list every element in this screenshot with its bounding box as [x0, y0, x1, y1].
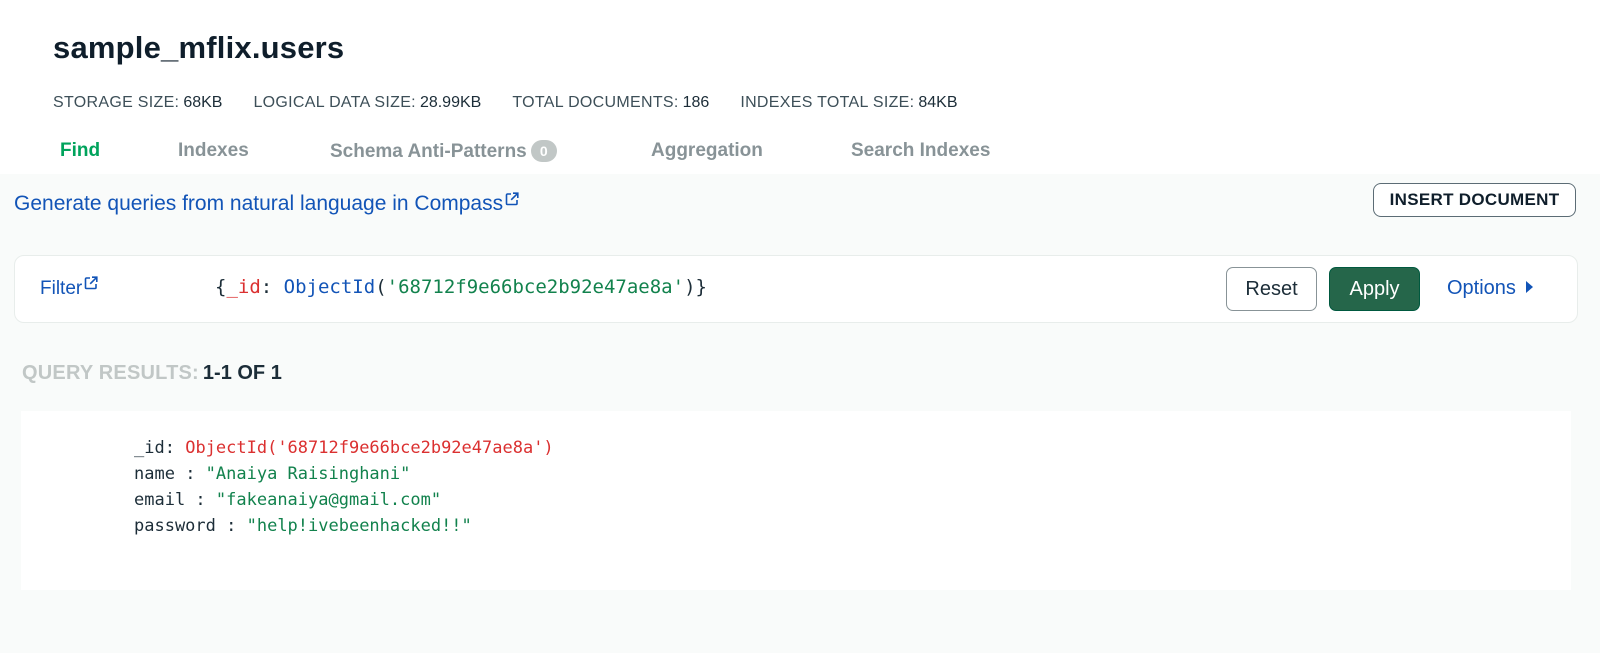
stat-value: 84KB — [918, 94, 958, 111]
field-value: ObjectId('68712f9e66bce2b92e47ae8a') — [185, 438, 554, 458]
query-objectid-function: ObjectId — [283, 276, 376, 298]
stat-label: STORAGE SIZE: — [53, 94, 180, 111]
document-field-email: email : "fakeanaiya@gmail.com" — [134, 487, 554, 513]
field-separator: : — [174, 464, 206, 484]
stat-value: 186 — [682, 94, 710, 111]
filter-docs-link[interactable]: Filter — [40, 274, 98, 300]
tab-aggregation[interactable]: Aggregation — [651, 140, 763, 162]
query-results-range: 1-1 OF 1 — [202, 362, 282, 384]
stat-label: INDEXES TOTAL SIZE: — [740, 94, 915, 111]
field-separator: : — [215, 516, 247, 536]
stat-total-documents: TOTAL DOCUMENTS: 186 — [512, 94, 709, 112]
query-objectid-value: '68712f9e66bce2b92e47ae8a' — [386, 276, 685, 298]
query-results-summary: QUERY RESULTS: 1-1 OF 1 — [22, 362, 282, 385]
document-field-password: password : "help!ivebeenhacked!!" — [134, 513, 554, 539]
compass-nl-query-label: Generate queries from natural language i… — [14, 192, 504, 215]
stat-value: 68KB — [183, 94, 223, 111]
reset-button[interactable]: Reset — [1226, 267, 1317, 311]
filter-query-input[interactable]: {_id: ObjectId('68712f9e66bce2b92e47ae8a… — [215, 276, 707, 298]
options-label: Options — [1447, 277, 1516, 299]
field-key: password — [134, 516, 216, 536]
caret-right-icon — [1525, 281, 1533, 293]
stat-label: LOGICAL DATA SIZE: — [253, 94, 416, 111]
collection-stats: STORAGE SIZE: 68KB LOGICAL DATA SIZE: 28.9… — [53, 94, 989, 112]
insert-document-button[interactable]: INSERT DOCUMENT — [1373, 183, 1576, 217]
field-separator: : — [185, 490, 216, 510]
document-field-id: _id: ObjectId('68712f9e66bce2b92e47ae8a'… — [134, 435, 554, 461]
field-value: "fakeanaiya@gmail.com" — [215, 490, 442, 510]
query-results-label: QUERY RESULTS: — [22, 362, 199, 384]
field-key: email — [134, 490, 186, 510]
query-field-key: _id — [226, 276, 261, 298]
stat-label: TOTAL DOCUMENTS: — [512, 94, 679, 111]
field-key: _id — [134, 438, 165, 458]
document-fields: _id: ObjectId('68712f9e66bce2b92e47ae8a'… — [134, 435, 554, 539]
collection-header: sample_mflix.users STORAGE SIZE: 68KB LOG… — [0, 0, 1600, 174]
query-paren-close: ) — [684, 276, 696, 298]
collection-tabs: Find Indexes Schema Anti-Patterns 0 Aggre… — [0, 136, 1100, 174]
document-field-name: name : "Anaiya Raisinghani" — [134, 461, 554, 487]
options-toggle[interactable]: Options — [1447, 277, 1533, 300]
query-brace-close: } — [695, 276, 707, 298]
query-colon: : — [260, 276, 284, 298]
filter-label: Filter — [40, 278, 83, 299]
stat-indexes-total-size: INDEXES TOTAL SIZE: 84KB — [740, 94, 957, 112]
stat-logical-data-size: LOGICAL DATA SIZE: 28.99KB — [253, 94, 481, 112]
field-key: name — [134, 464, 175, 484]
tab-find[interactable]: Find — [60, 140, 100, 162]
query-brace-open: { — [215, 276, 227, 298]
collection-title: sample_mflix.users — [53, 30, 345, 65]
external-link-icon — [505, 188, 519, 212]
field-separator: : — [164, 438, 186, 458]
field-value: "Anaiya Raisinghani" — [205, 464, 411, 484]
tab-label: Schema Anti-Patterns — [330, 141, 527, 162]
tab-search-indexes[interactable]: Search Indexes — [851, 140, 990, 162]
anti-patterns-count-badge: 0 — [530, 140, 557, 162]
stat-value: 28.99KB — [419, 94, 482, 111]
filter-bar: Filter {_id: ObjectId('68712f9e66bce2b92… — [14, 255, 1578, 323]
apply-button[interactable]: Apply — [1329, 267, 1420, 311]
external-link-icon — [84, 274, 98, 296]
tab-indexes[interactable]: Indexes — [178, 140, 249, 162]
stat-storage-size: STORAGE SIZE: 68KB — [53, 94, 222, 112]
query-paren-open: ( — [375, 276, 387, 298]
tab-schema-anti-patterns[interactable]: Schema Anti-Patterns 0 — [330, 140, 557, 163]
compass-nl-query-link[interactable]: Generate queries from natural language i… — [14, 188, 519, 216]
find-panel: Generate queries from natural language i… — [0, 174, 1600, 653]
document-card[interactable]: _id: ObjectId('68712f9e66bce2b92e47ae8a'… — [21, 411, 1571, 590]
field-value: "help!ivebeenhacked!!" — [246, 516, 472, 536]
